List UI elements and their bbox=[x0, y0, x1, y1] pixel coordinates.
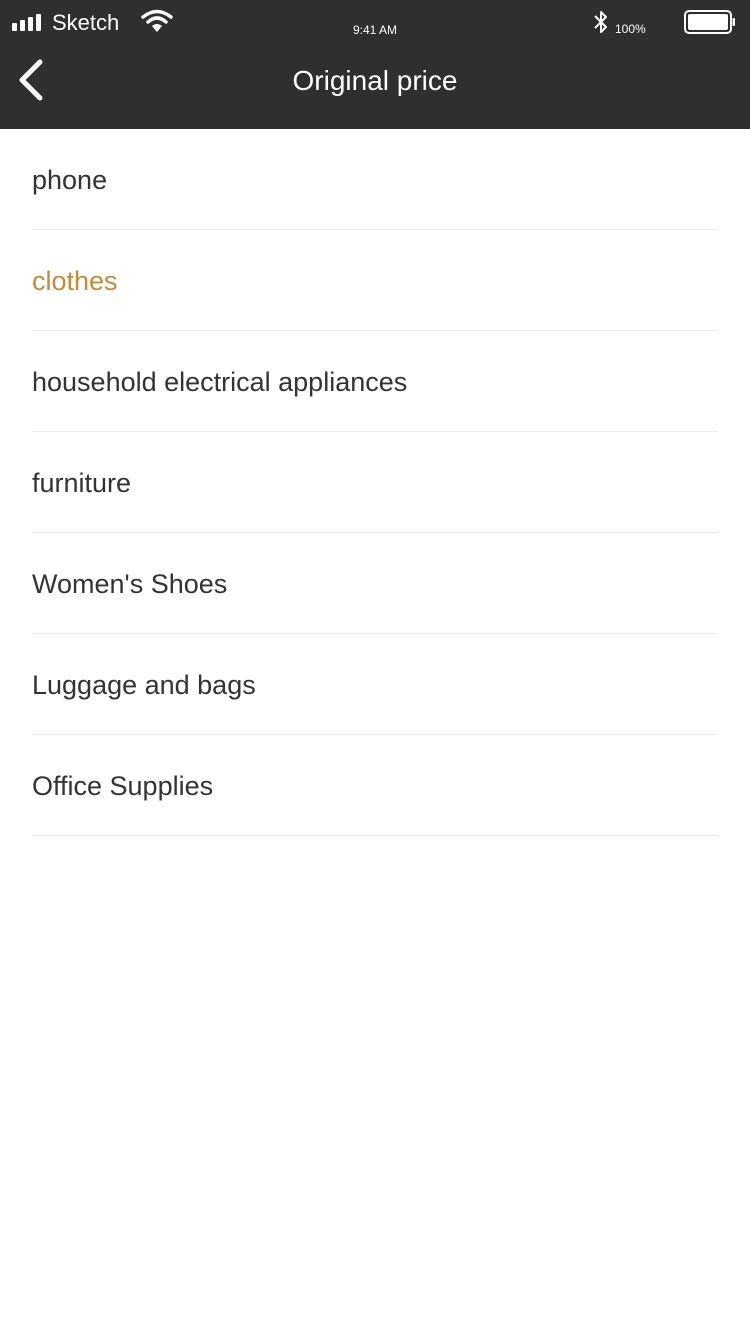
category-list: phone clothes household electrical appli… bbox=[0, 129, 750, 836]
nav-header: Sketch 9:41 AM 100% Original price bbox=[0, 0, 750, 129]
list-item-label: phone bbox=[32, 165, 108, 195]
page-title: Original price bbox=[292, 65, 458, 96]
list-item-office-supplies[interactable]: Office Supplies bbox=[32, 735, 718, 836]
back-button[interactable] bbox=[10, 52, 58, 108]
chevron-left-icon bbox=[19, 59, 43, 101]
bluetooth-icon bbox=[594, 11, 607, 33]
list-item-furniture[interactable]: furniture bbox=[32, 432, 718, 533]
list-item-household-electrical-appliances[interactable]: household electrical appliances bbox=[32, 331, 718, 432]
list-item-luggage-and-bags[interactable]: Luggage and bags bbox=[32, 634, 718, 735]
status-bar: Sketch 9:41 AM 100% bbox=[0, 0, 750, 44]
battery-percent: 100% bbox=[615, 22, 646, 36]
list-item-label: Women's Shoes bbox=[32, 569, 228, 599]
list-item-clothes[interactable]: clothes bbox=[32, 230, 718, 331]
list-item-label: furniture bbox=[32, 468, 132, 498]
list-item-womens-shoes[interactable]: Women's Shoes bbox=[32, 533, 718, 634]
list-item-label: Luggage and bags bbox=[32, 670, 256, 700]
list-item-phone[interactable]: phone bbox=[32, 129, 718, 230]
list-item-label: household electrical appliances bbox=[32, 367, 408, 397]
list-item-label: clothes bbox=[32, 266, 118, 296]
list-item-label: Office Supplies bbox=[32, 771, 214, 801]
battery-icon bbox=[684, 10, 735, 34]
